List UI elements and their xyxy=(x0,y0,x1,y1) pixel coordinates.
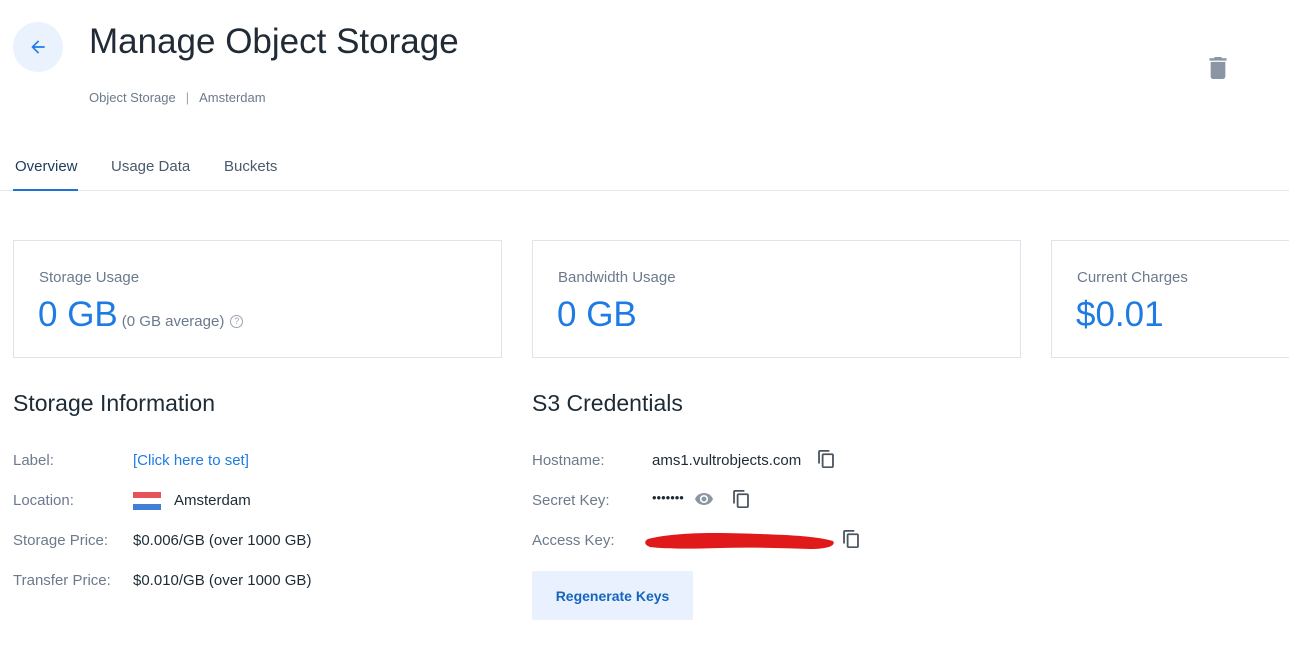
trash-icon xyxy=(1209,57,1227,79)
storage-usage-amount: 0 GB xyxy=(38,295,118,334)
secret-key-masked: ••••••• xyxy=(652,490,684,505)
netherlands-flag-icon xyxy=(133,492,161,510)
breadcrumb: Object Storage | Amsterdam xyxy=(89,90,266,105)
location-row-label: Location: xyxy=(13,492,74,509)
set-label-link[interactable]: [Click here to set] xyxy=(133,452,249,469)
bandwidth-usage-label: Bandwidth Usage xyxy=(558,269,676,286)
tab-buckets[interactable]: Buckets xyxy=(224,158,277,175)
storage-price-label: Storage Price: xyxy=(13,532,109,549)
hostname-value: ams1.vultrobjects.com xyxy=(652,452,802,469)
current-charges-value: $0.01 xyxy=(1076,295,1164,334)
label-row-label: Label: xyxy=(13,452,54,469)
regenerate-keys-button[interactable]: Regenerate Keys xyxy=(532,571,693,620)
access-key-redaction xyxy=(645,533,834,549)
storage-usage-average: (0 GB average) xyxy=(121,313,225,330)
transfer-price-value: $0.010/GB (over 1000 GB) xyxy=(133,572,312,589)
arrow-left-icon xyxy=(31,40,45,54)
hostname-label: Hostname: xyxy=(532,452,605,469)
storage-usage-label: Storage Usage xyxy=(39,269,140,286)
breadcrumb-item-object-storage[interactable]: Object Storage xyxy=(89,90,176,105)
back-button[interactable] xyxy=(13,22,63,72)
tab-overview[interactable]: Overview xyxy=(15,158,78,175)
eye-icon[interactable] xyxy=(695,492,713,506)
active-tab-indicator xyxy=(13,189,78,191)
copy-secret-key-icon[interactable] xyxy=(733,490,749,508)
secret-key-label: Secret Key: xyxy=(532,492,610,509)
tabs-divider xyxy=(0,190,1289,191)
delete-button[interactable] xyxy=(1208,57,1228,79)
current-charges-label: Current Charges xyxy=(1077,269,1188,286)
storage-usage-value: 0 GB (0 GB average)? xyxy=(38,295,244,335)
location-value: Amsterdam xyxy=(174,492,251,509)
copy-hostname-icon[interactable] xyxy=(818,450,834,468)
page-title: Manage Object Storage xyxy=(89,22,459,61)
storage-usage-card: Storage Usage 0 GB (0 GB average)? xyxy=(13,240,502,358)
bandwidth-usage-card: Bandwidth Usage 0 GB xyxy=(532,240,1021,358)
tab-usage-data[interactable]: Usage Data xyxy=(111,158,190,175)
storage-price-value: $0.006/GB (over 1000 GB) xyxy=(133,532,312,549)
help-icon[interactable]: ? xyxy=(230,315,244,328)
bandwidth-usage-value: 0 GB xyxy=(557,295,637,334)
copy-access-key-icon[interactable] xyxy=(843,530,859,548)
s3-credentials-title: S3 Credentials xyxy=(532,390,683,416)
current-charges-card: Current Charges $0.01 xyxy=(1051,240,1289,358)
breadcrumb-item-location: Amsterdam xyxy=(199,90,266,105)
transfer-price-label: Transfer Price: xyxy=(13,572,111,589)
storage-information-title: Storage Information xyxy=(13,390,216,416)
access-key-label: Access Key: xyxy=(532,532,615,549)
breadcrumb-separator: | xyxy=(185,90,190,105)
